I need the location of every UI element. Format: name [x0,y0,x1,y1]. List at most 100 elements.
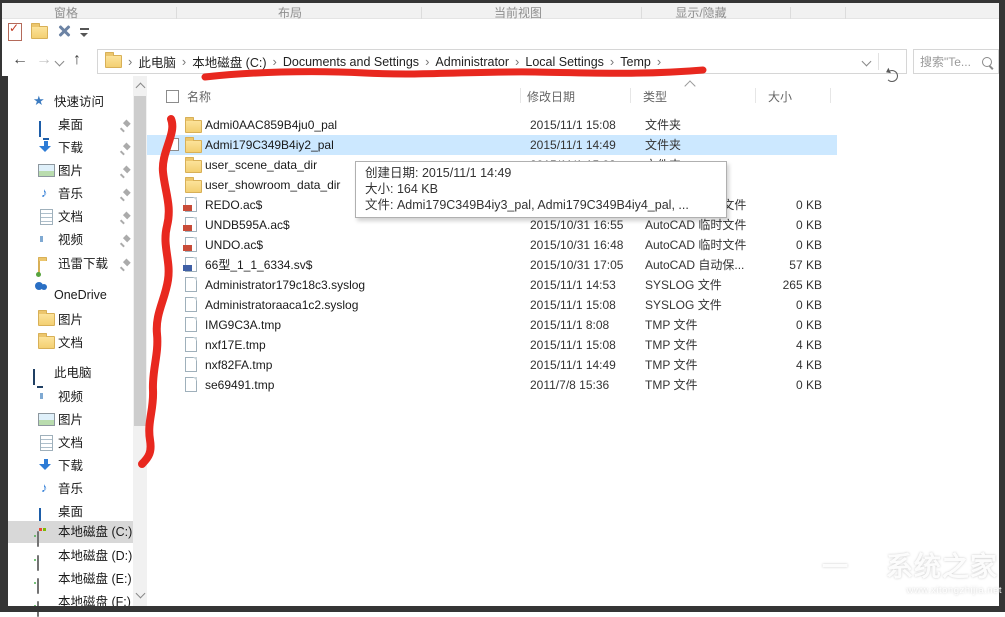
select-all-checkbox[interactable] [166,90,179,103]
refresh-icon[interactable] [886,70,898,82]
customize-toolbar-button[interactable] [80,28,89,38]
file-size: 4 KB [755,355,822,375]
autocad-temp-file-icon [185,237,197,252]
file-size: 0 KB [755,375,822,395]
column-header-size[interactable]: 大小 [768,86,792,108]
file-name: REDO.ac$ [205,195,262,215]
table-row[interactable]: Administrator179c18c3.syslog 2015/11/1 1… [147,275,837,295]
address-bar[interactable]: › 此电脑 › 本地磁盘 (C:) › Documents and Settin… [97,49,907,74]
table-row[interactable]: se69491.tmp 2011/7/8 15:36 TMP 文件 0 KB [147,375,837,395]
sidebar-item-onedrive-pictures[interactable]: 图片 [8,309,133,331]
sidebar-item-desktop[interactable]: 桌面 [8,114,133,136]
breadcrumb-separator: › [610,54,614,69]
file-type: 文件夹 [645,115,681,135]
table-row[interactable]: nxf17E.tmp 2015/11/1 15:08 TMP 文件 4 KB [147,335,837,355]
sidebar-item-pc-music[interactable]: ♪ 音乐 [8,478,133,500]
sidebar-item-onedrive-documents[interactable]: 文档 [8,332,133,354]
breadcrumb-temp[interactable]: Temp [620,55,651,69]
sidebar-item-videos[interactable]: 视频 [8,229,133,251]
column-divider[interactable] [630,88,631,103]
breadcrumb-separator: › [657,54,661,69]
back-button[interactable]: ← [12,52,28,68]
window-border-left [0,76,8,612]
ribbon-strip: 窗格 布局 当前视图 显示/隐藏 [0,3,999,19]
sidebar-scrollbar-thumb[interactable] [134,96,146,426]
breadcrumb-separator: › [425,54,429,69]
sidebar-item-pc-downloads[interactable]: 下载 [8,455,133,477]
watermark-title: 系统之家 [886,552,998,582]
file-size: 0 KB [755,295,822,315]
breadcrumb-this-pc[interactable]: 此电脑 [138,52,176,71]
recent-locations-chevron[interactable] [55,57,65,67]
music-icon: ♪ [41,186,48,199]
ribbon-group-layout: 布局 [245,6,335,21]
forward-button[interactable]: → [36,52,52,68]
table-row[interactable]: UNDB595A.ac$ 2015/10/31 16:55 AutoCAD 临时… [147,215,837,235]
column-header-date[interactable]: 修改日期 [527,86,575,108]
breadcrumb-separator: › [128,54,132,69]
file-size: 265 KB [755,275,822,295]
sidebar-item-drive-c[interactable]: 本地磁盘 (C:) [8,521,133,543]
delete-button[interactable] [57,24,70,38]
column-divider[interactable] [830,88,831,103]
file-date: 2015/11/1 8:08 [530,315,609,335]
file-name: 66型_1_1_6334.sv$ [205,255,312,275]
sidebar-item-pictures[interactable]: 图片 [8,160,133,182]
column-header-name[interactable]: 名称 [187,86,211,108]
sidebar-item-documents[interactable]: 文档 [8,206,133,228]
file-size: 0 KB [755,235,822,255]
sidebar-item-pc-videos[interactable]: 视频 [8,386,133,408]
table-row[interactable]: IMG9C3A.tmp 2015/11/1 8:08 TMP 文件 0 KB [147,315,837,335]
column-header-type[interactable]: 类型 [643,86,667,108]
row-checkbox[interactable] [166,138,179,151]
file-type: 文件夹 [645,135,681,155]
window-border-left-top [0,0,2,76]
table-row-selected[interactable]: Admi179C349B4iy2_pal 2015/11/1 14:49 文件夹 [147,135,837,155]
pin-icon [120,143,131,154]
ribbon-separator [421,7,422,19]
sidebar-item-pc-desktop[interactable]: 桌面 [8,501,133,523]
sidebar-item-drive-e[interactable]: 本地磁盘 (E:) [8,568,133,590]
search-text: 搜索"Te... [920,53,982,70]
table-row[interactable]: 66型_1_1_6334.sv$ 2015/10/31 17:05 AutoCA… [147,255,837,275]
breadcrumb-drive-c[interactable]: 本地磁盘 (C:) [192,52,266,71]
table-row[interactable]: UNDO.ac$ 2015/10/31 16:48 AutoCAD 临时文件 0… [147,235,837,255]
sidebar-item-pc-documents[interactable]: 文档 [8,432,133,454]
house-logo-icon [850,550,884,584]
sidebar-item-quick-access[interactable]: ★ 快速访问 [8,91,133,113]
column-divider[interactable] [755,88,756,103]
breadcrumb-docs-settings[interactable]: Documents and Settings [283,55,419,69]
new-folder-button[interactable] [31,26,48,39]
breadcrumb-administrator[interactable]: Administrator [435,55,509,69]
sidebar-item-onedrive[interactable]: OneDrive [8,284,133,306]
thunder-folder-icon [38,260,40,276]
sidebar-item-downloads[interactable]: 下载 [8,137,133,159]
file-type: TMP 文件 [645,375,697,395]
search-input[interactable]: 搜索"Te... [913,49,999,74]
sidebar-item-label: 下载 [58,137,83,159]
sidebar-item-music[interactable]: ♪ 音乐 [8,183,133,205]
window-border-right [999,0,1005,612]
sidebar-item-pc-pictures[interactable]: 图片 [8,409,133,431]
sidebar-item-drive-d[interactable]: 本地磁盘 (D:) [8,545,133,567]
location-folder-icon [105,55,122,68]
pin-icon [120,120,131,131]
table-row[interactable]: nxf82FA.tmp 2015/11/1 14:49 TMP 文件 4 KB [147,355,837,375]
document-icon [40,435,53,451]
sidebar-item-label: 本地磁盘 (E:) [58,568,132,590]
column-divider[interactable] [520,88,521,103]
up-button[interactable]: ↑ [73,52,81,68]
ribbon-group-show-hide: 显示/隐藏 [656,6,746,21]
table-row[interactable]: Admi0AAC859B4ju0_pal 2015/11/1 15:08 文件夹 [147,115,837,135]
window-border-bottom [0,606,1005,612]
sidebar-item-label: 文档 [58,432,83,454]
sidebar-item-label: 图片 [58,160,83,182]
breadcrumb-local-settings[interactable]: Local Settings [525,55,604,69]
file-name: Administratoraaca1c2.syslog [205,295,358,315]
file-type: SYSLOG 文件 [645,295,722,315]
sidebar-item-thunder-downloads[interactable]: 迅雷下载 [8,253,133,275]
pin-icon [120,189,131,200]
table-row[interactable]: Administratoraaca1c2.syslog 2015/11/1 15… [147,295,837,315]
file-date: 2015/11/1 15:08 [530,295,616,315]
sidebar-item-this-pc[interactable]: 此电脑 [8,362,133,384]
